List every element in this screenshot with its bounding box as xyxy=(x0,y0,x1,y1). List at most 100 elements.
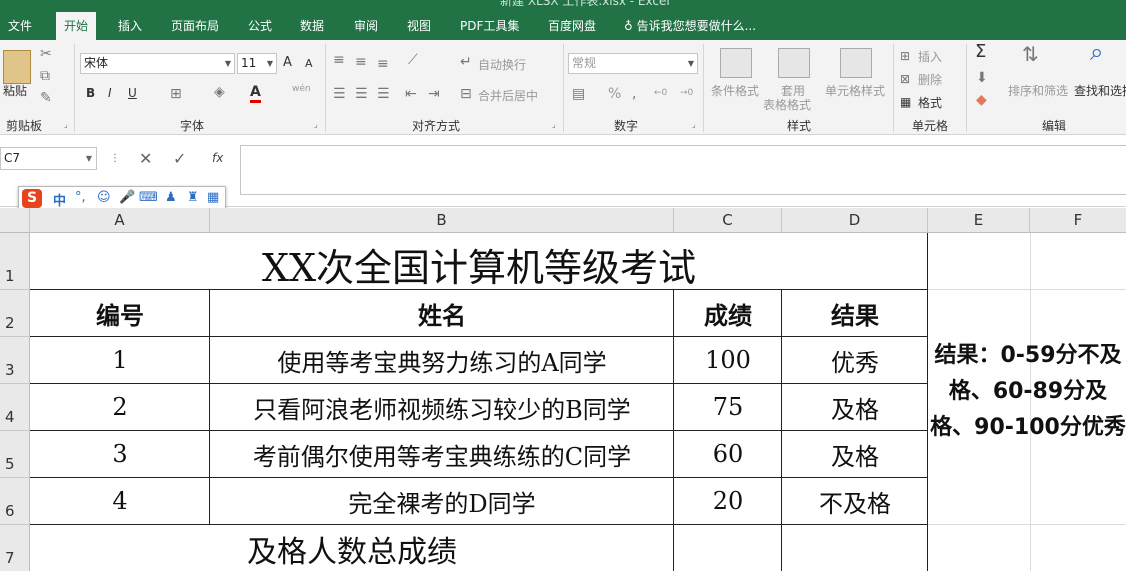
font-launcher-icon[interactable]: ⌟ xyxy=(314,120,318,129)
decrease-decimal-icon[interactable]: →0 xyxy=(680,88,693,98)
copy-icon[interactable]: ⧉ xyxy=(40,68,50,84)
phonetic-button[interactable]: wén xyxy=(292,84,311,94)
data-cell-id[interactable]: 3 xyxy=(30,431,210,477)
underline-button[interactable]: U xyxy=(128,86,137,100)
fill-color-icon[interactable]: ◈ xyxy=(214,84,225,100)
format-cells-button[interactable]: 格式 xyxy=(918,94,942,111)
delete-cells-icon[interactable]: ⊠ xyxy=(900,71,910,87)
summary-result-cell[interactable] xyxy=(782,525,928,571)
autosum-icon[interactable]: Σ xyxy=(975,43,986,61)
skin-icon[interactable]: ♜ xyxy=(187,190,199,205)
paste-button[interactable]: 粘贴 xyxy=(3,82,27,99)
summary-score-cell[interactable] xyxy=(674,525,782,571)
sheet-title-cell[interactable]: XX次全国计算机等级考试 xyxy=(30,233,928,290)
data-cell-score[interactable]: 60 xyxy=(674,431,782,477)
tab-review[interactable]: 审阅 xyxy=(346,14,386,40)
merge-center-icon[interactable]: ⊟ xyxy=(460,86,472,102)
insert-cells-icon[interactable]: ⊞ xyxy=(900,48,910,64)
shrink-font-button[interactable]: A xyxy=(305,57,313,70)
font-size-select[interactable]: 11 ▼ xyxy=(237,53,277,74)
data-cell-name[interactable]: 使用等考宝典努力练习的A同学 xyxy=(210,337,674,383)
find-icon[interactable]: ⌕ xyxy=(1090,40,1103,64)
conditional-format-icon[interactable] xyxy=(720,48,752,78)
tab-insert[interactable]: 插入 xyxy=(110,14,150,40)
toolbox-icon[interactable]: ▦ xyxy=(207,190,219,205)
data-cell-name[interactable]: 完全裸考的D同学 xyxy=(210,478,674,524)
data-cell-score[interactable]: 20 xyxy=(674,478,782,524)
emoji-icon[interactable]: ☺ xyxy=(97,190,111,205)
data-cell-name[interactable]: 只看阿浪老师视频练习较少的B同学 xyxy=(210,384,674,430)
number-format-select[interactable]: 常规 ▼ xyxy=(568,53,698,74)
percent-button[interactable]: % xyxy=(608,86,621,102)
user-icon[interactable]: ♟ xyxy=(165,190,177,205)
column-header-f[interactable]: F xyxy=(1030,208,1126,232)
punctuation-icon[interactable]: °, xyxy=(75,190,86,205)
format-as-table-button[interactable]: 表格格式 xyxy=(763,96,811,113)
data-cell-result[interactable]: 及格 xyxy=(782,431,928,477)
tell-me-search[interactable]: ♁ 告诉我您想要做什么... xyxy=(624,14,756,38)
keyboard-icon[interactable]: ⌨ xyxy=(139,190,158,205)
data-cell-id[interactable]: 4 xyxy=(30,478,210,524)
alignment-launcher-icon[interactable]: ⌟ xyxy=(552,120,556,129)
border-icon[interactable]: ⊞ xyxy=(170,86,182,102)
font-name-select[interactable]: 宋体 ▼ xyxy=(80,53,235,74)
align-top-icon[interactable]: ≡ xyxy=(333,52,345,68)
find-select-button[interactable]: 查找和选择 xyxy=(1074,82,1126,99)
row-header-2[interactable]: 2 xyxy=(0,290,30,337)
align-center-icon[interactable]: ☰ xyxy=(355,86,368,102)
merge-center-button[interactable]: 合并后居中 xyxy=(478,87,538,104)
paste-icon[interactable] xyxy=(3,50,31,84)
fill-icon[interactable]: ⬇ xyxy=(976,70,988,86)
align-right-icon[interactable]: ☰ xyxy=(377,86,390,102)
delete-cells-button[interactable]: 删除 xyxy=(918,71,942,88)
clipboard-launcher-icon[interactable]: ⌟ xyxy=(64,120,68,129)
row-header-1[interactable]: 1 xyxy=(0,233,30,290)
wrap-text-icon[interactable]: ↵ xyxy=(460,54,472,70)
increase-indent-icon[interactable]: ⇥ xyxy=(428,86,440,102)
name-box[interactable]: C7 ▼ xyxy=(0,147,97,170)
insert-cells-button[interactable]: 插入 xyxy=(918,48,942,65)
tab-page-layout[interactable]: 页面布局 xyxy=(163,14,227,40)
select-all-corner[interactable] xyxy=(0,208,30,232)
orientation-icon[interactable]: ⟋ xyxy=(408,52,418,68)
column-header-d[interactable]: D xyxy=(782,208,928,232)
column-header-e[interactable]: E xyxy=(928,208,1030,232)
tab-baidu-netdisk[interactable]: 百度网盘 xyxy=(540,14,604,40)
clear-icon[interactable]: ◆ xyxy=(976,92,987,108)
cell-styles-button[interactable]: 单元格样式 xyxy=(825,82,885,99)
data-cell-score[interactable]: 75 xyxy=(674,384,782,430)
row-header-7[interactable]: 7 xyxy=(0,525,30,571)
number-launcher-icon[interactable]: ⌟ xyxy=(692,120,696,129)
wrap-text-button[interactable]: 自动换行 xyxy=(478,56,526,73)
cut-icon[interactable]: ✂ xyxy=(40,46,52,62)
conditional-format-button[interactable]: 条件格式 xyxy=(711,82,759,99)
ime-logo-icon[interactable]: S xyxy=(22,189,42,208)
tab-home[interactable]: 开始 xyxy=(56,12,97,40)
bold-button[interactable]: B xyxy=(86,86,95,100)
format-as-table-icon[interactable] xyxy=(778,48,810,78)
microphone-icon[interactable]: 🎤 xyxy=(119,190,135,205)
header-cell-id[interactable]: 编号 xyxy=(30,290,210,336)
formula-input[interactable] xyxy=(240,145,1126,195)
column-header-a[interactable]: A xyxy=(30,208,210,232)
tab-pdf-tools[interactable]: PDF工具集 xyxy=(452,14,527,40)
format-cells-icon[interactable]: ▦ xyxy=(900,94,911,110)
tab-file[interactable]: 文件 xyxy=(0,14,40,40)
data-cell-score[interactable]: 100 xyxy=(674,337,782,383)
increase-decimal-icon[interactable]: ←0 xyxy=(654,88,667,98)
insert-function-icon[interactable]: fx xyxy=(212,151,223,165)
tab-data[interactable]: 数据 xyxy=(292,14,332,40)
ime-toolbar[interactable]: S 中 °, ☺ 🎤 ⌨ ♟ ♜ ▦ xyxy=(18,186,226,210)
italic-button[interactable]: I xyxy=(108,86,112,100)
header-cell-score[interactable]: 成绩 xyxy=(674,290,782,336)
align-left-icon[interactable]: ☰ xyxy=(333,86,346,102)
ime-lang-toggle[interactable]: 中 xyxy=(53,190,66,209)
decrease-indent-icon[interactable]: ⇤ xyxy=(405,86,417,102)
header-cell-name[interactable]: 姓名 xyxy=(210,290,674,336)
sort-filter-button[interactable]: 排序和筛选 xyxy=(1008,82,1068,99)
format-painter-icon[interactable]: ✎ xyxy=(40,90,52,106)
enter-icon[interactable]: ✓ xyxy=(173,149,186,168)
tab-view[interactable]: 视图 xyxy=(399,14,439,40)
header-cell-result[interactable]: 结果 xyxy=(782,290,928,336)
tab-formulas[interactable]: 公式 xyxy=(240,14,280,40)
